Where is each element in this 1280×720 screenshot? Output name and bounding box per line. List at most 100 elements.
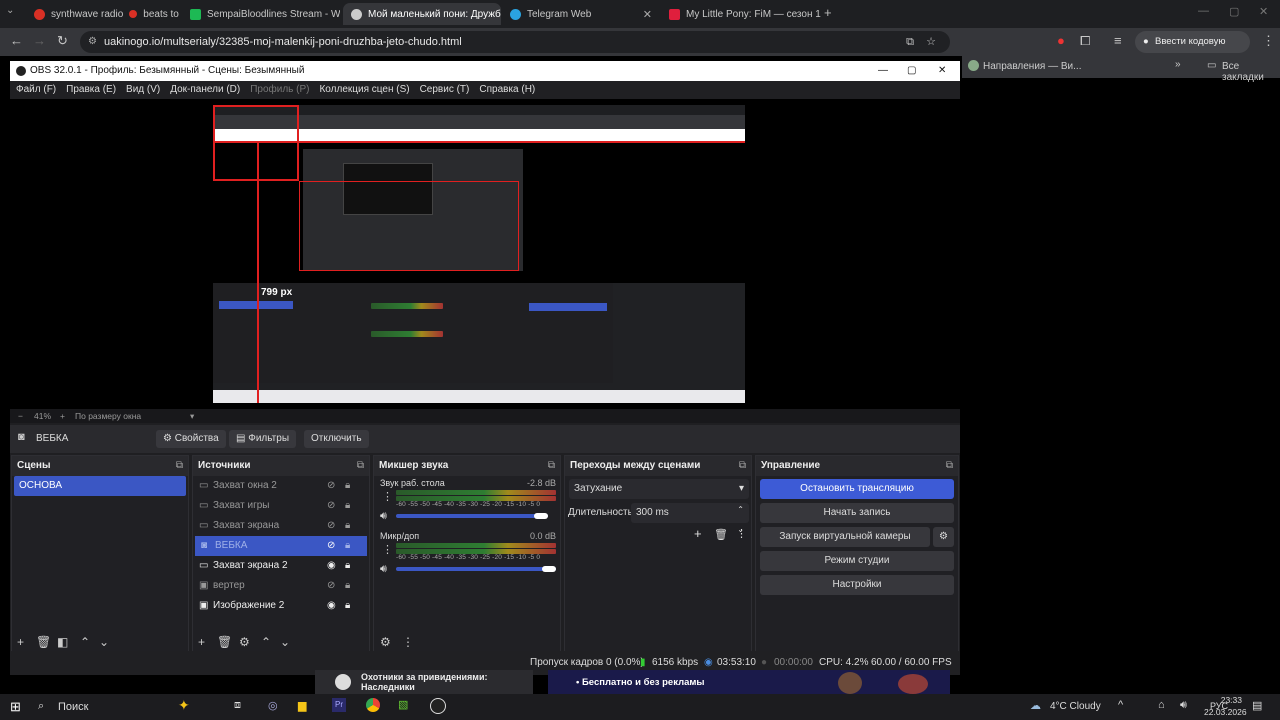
lock-icon[interactable]: 🔒︎ [345,576,350,596]
chevron-right-icon[interactable]: » [1175,59,1181,70]
menu-profile[interactable]: Профиль (P) [250,81,309,99]
media-icon[interactable]: ≡ [1114,33,1122,48]
app-icon[interactable]: ▧ [398,698,408,711]
maximize-icon[interactable]: ▢ [907,61,916,81]
source-bounding-box[interactable] [213,105,299,181]
volume-slider[interactable] [396,513,556,519]
duration-input[interactable]: 300 ms ⌃ ⌄ [631,503,749,534]
dock-undock-icon[interactable]: ⧉ [739,456,746,476]
source-item[interactable]: ▭ Захват окна 2 ⊘ 🔒︎ [193,476,369,496]
bookmark-item[interactable]: Направления — Ви... [983,61,1081,72]
promo-banner[interactable]: • Бесплатно и без рекламы [548,670,950,694]
eye-icon[interactable]: ◉ [327,596,336,616]
clock-time[interactable]: 23:33 [1214,695,1242,705]
tab-mlp[interactable]: My Little Pony: FiM — сезон 1, ✕ [661,3,821,25]
extensions-icon[interactable]: ⧠ [1080,33,1090,49]
scene-item[interactable]: ОСНОВА [14,476,186,496]
eye-hidden-icon[interactable]: ⊘ [327,496,335,516]
add-icon[interactable]: + [17,635,24,649]
reload-icon[interactable]: ↻ [57,33,68,49]
new-tab-icon[interactable]: + [824,5,832,20]
app-icon[interactable]: ◎ [268,699,278,712]
eye-hidden-icon[interactable]: ⊘ [327,516,335,536]
zoom-fit-select[interactable]: По размеру окна [75,409,141,423]
studio-mode-button[interactable]: Режим студии [760,551,954,571]
start-record-button[interactable]: Начать запись [760,503,954,523]
all-bookmarks[interactable]: Все закладки [1222,61,1280,83]
transition-select[interactable]: Затухание ▾ [569,479,749,499]
menu-file[interactable]: Файл (F) [16,81,56,99]
up-arrow-icon[interactable]: ⌃ [261,635,271,649]
source-item[interactable]: ▣ вертер ⊘ 🔒︎ [193,576,369,596]
add-icon[interactable]: + [694,526,702,541]
advanced-audio-icon[interactable]: ⚙ [380,635,391,649]
filter-icon[interactable]: ◧ [57,635,68,649]
more-vertical-icon[interactable]: ⋮ [382,490,393,503]
windows-start-icon[interactable]: ⊞ [10,699,21,715]
volume-knob-0[interactable] [534,513,548,519]
chevron-up-icon[interactable]: ^ [1118,699,1123,711]
settings-button[interactable]: Настройки [760,575,954,595]
close-icon[interactable]: ✕ [643,8,652,21]
extension-icon[interactable]: ● [1057,33,1065,48]
copilot-sparkle-icon[interactable]: ✦ [178,697,190,714]
up-arrow-icon[interactable]: ⌃ [80,635,90,649]
tab-telegram[interactable]: Telegram Web ✕ [502,3,660,25]
close-window-icon[interactable]: ✕ [1259,5,1268,18]
taskbar-search[interactable]: Поиск [58,701,88,713]
zoom-in-icon[interactable]: + [60,409,65,423]
trash-icon[interactable]: 🗑 [36,635,51,649]
close-icon[interactable]: ✕ [938,61,946,81]
eye-icon[interactable]: ◉ [327,556,336,576]
preview-canvas[interactable]: 1611 px 799 px [10,99,960,409]
disable-button[interactable]: Отключить [304,430,369,448]
eye-hidden-icon[interactable]: ⊘ [327,576,335,596]
tab-sempai[interactable]: SempaiBloodlines Stream - Wa ✕ [182,3,340,25]
site-info-icon[interactable]: ⚙ [88,31,97,53]
menu-tools[interactable]: Сервис (T) [420,81,470,99]
lock-icon[interactable]: 🔒︎ [345,596,350,616]
down-arrow-icon[interactable]: ⌄ [280,635,290,649]
lock-icon[interactable]: 🔒︎ [345,516,350,536]
add-icon[interactable]: + [198,635,205,649]
lock-icon[interactable]: 🔒︎ [345,496,350,516]
more-vertical-icon[interactable]: ⋮ [402,635,414,649]
tab-pony[interactable]: Мой маленький пони: Дружб ✕ [343,3,501,25]
menu-help[interactable]: Справка (H) [479,81,535,99]
tab-synthwave[interactable]: synthwave radio beats to ch ✕ [26,3,181,25]
address-bar[interactable]: ⚙ uakinogo.io/multserialy/32385-moj-male… [80,31,950,53]
source-item[interactable]: ▣ Изображение 2 ◉ 🔒︎ [193,596,369,616]
premiere-icon[interactable]: Pr [332,698,346,712]
video-card[interactable]: Охотники за привидениями: Наследники [315,670,533,694]
source-item[interactable]: ▭ Захват игры ⊘ 🔒︎ [193,496,369,516]
menu-scene-collection[interactable]: Коллекция сцен (S) [319,81,409,99]
menu-view[interactable]: Вид (V) [126,81,160,99]
volume-knob-1[interactable] [542,566,556,572]
dock-undock-icon[interactable]: ⧉ [946,456,953,476]
lock-icon[interactable]: 🔒︎ [345,536,350,556]
menu-dots-icon[interactable]: ⋮ [1262,33,1275,49]
filters-button[interactable]: ▤ Фильтры [229,430,297,448]
code-phrase-button[interactable]: ● Ввести кодовую фразу [1135,31,1250,69]
volume-icon[interactable]: 🔊︎ [1180,699,1187,712]
more-vertical-icon[interactable]: ⋮ [736,527,747,540]
minimize-icon[interactable]: — [1198,5,1209,17]
dock-undock-icon[interactable]: ⧉ [357,456,364,476]
trash-icon[interactable]: 🗑 [217,635,232,649]
properties-button[interactable]: ⚙ Свойства [156,430,226,448]
source-item[interactable]: ▭ Захват экрана 2 ◉ 🔒︎ [193,556,369,576]
forward-icon[interactable]: → [33,33,46,48]
speaker-icon[interactable]: 🔊︎ [380,510,387,523]
source-item[interactable]: ▭ Захват экрана ⊘ 🔒︎ [193,516,369,536]
file-explorer-icon[interactable]: ▆ [298,699,306,712]
menu-docks[interactable]: Док-панели (D) [170,81,240,99]
obs-icon[interactable] [430,698,446,714]
back-icon[interactable]: ← [10,33,23,48]
tab-list-icon[interactable]: ⌄ [6,5,14,16]
source-item-selected[interactable]: ◙ ВЕБКА ⊘ 🔒︎ [195,536,367,556]
speaker-icon[interactable]: 🔊︎ [380,563,387,576]
volume-slider[interactable] [396,566,556,572]
virtual-camera-button[interactable]: Запуск виртуальной камеры [760,527,930,547]
zoom-out-icon[interactable]: − [18,409,23,423]
stop-stream-button[interactable]: Остановить трансляцию [760,479,954,499]
